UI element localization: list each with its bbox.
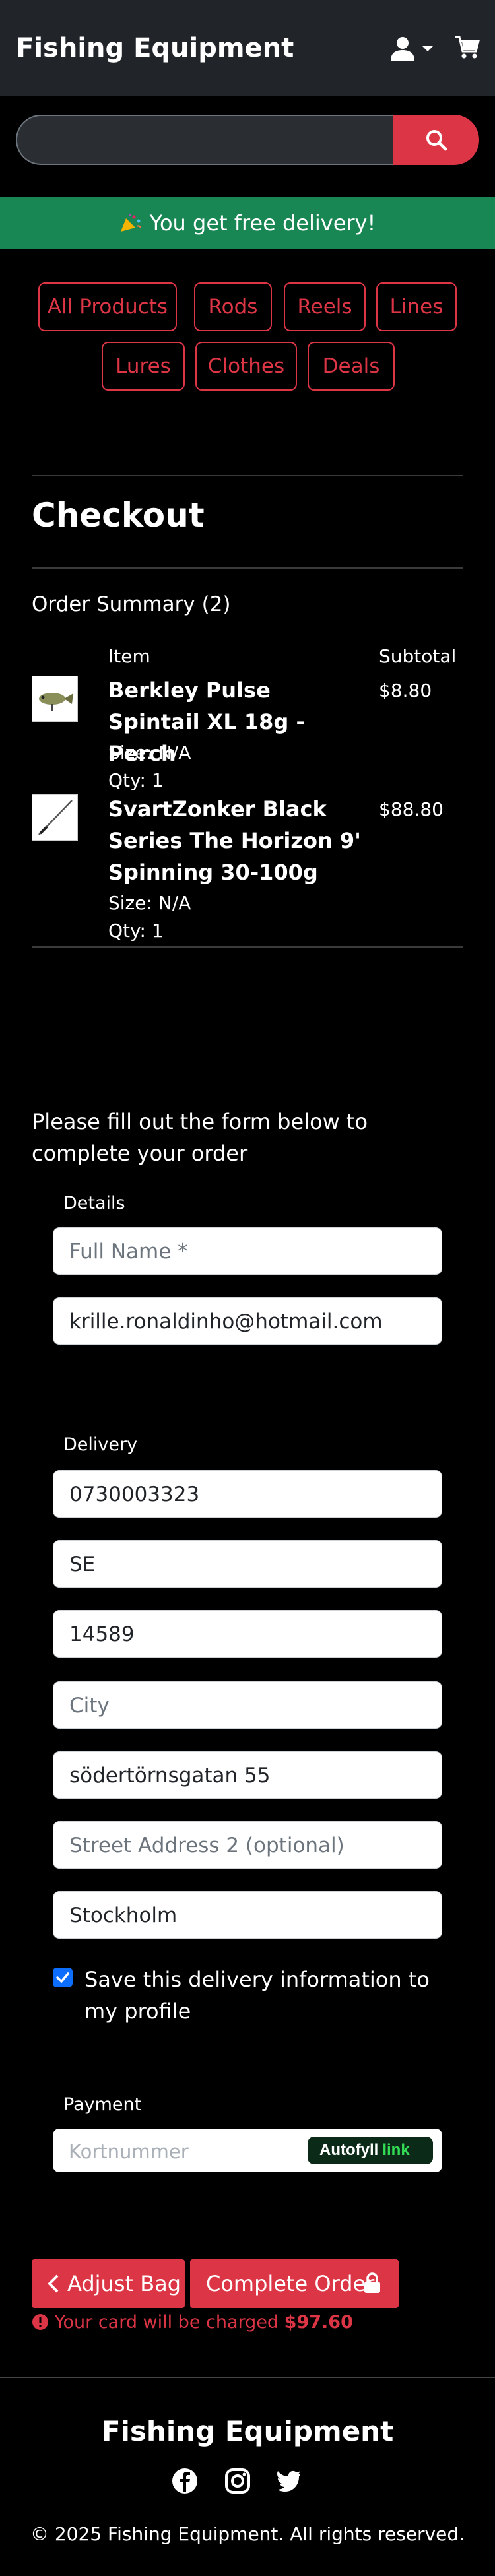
category-lures[interactable]: Lures <box>102 342 185 391</box>
charge-notice: Your card will be charged $97.60 <box>32 2312 353 2333</box>
product-thumbnail-lure[interactable] <box>32 676 78 722</box>
search-icon <box>426 130 447 151</box>
party-popper-icon <box>120 214 141 232</box>
divider <box>32 567 463 569</box>
postcode-field[interactable]: 14589 <box>53 1610 442 1658</box>
order-item-size: Size: N/A <box>108 742 191 763</box>
category-rods[interactable]: Rods <box>194 282 272 331</box>
category-reels[interactable]: Reels <box>284 282 366 331</box>
rod-image <box>38 800 73 835</box>
brand-logo[interactable]: Fishing Equipment <box>16 33 294 63</box>
order-item-subtotal: $88.80 <box>379 798 444 820</box>
twitter-icon[interactable] <box>276 2468 302 2494</box>
subtotal-column-header: Subtotal <box>379 645 457 667</box>
search-bar <box>16 115 479 165</box>
order-item-name: SvartZonker Black Series The Horizon 9' … <box>108 796 361 885</box>
order-item-subtotal: $8.80 <box>379 680 432 701</box>
banner-text: You get free delivery! <box>149 210 376 236</box>
category-all-products[interactable]: All Products <box>38 282 177 331</box>
order-summary-heading: Order Summary (2) <box>32 593 231 616</box>
form-intro-text: Please fill out the form below to comple… <box>32 1109 368 1166</box>
autofill-text: Autofyll <box>319 2141 379 2159</box>
charge-amount: $97.60 <box>284 2312 353 2333</box>
details-label: Details <box>63 1193 125 1213</box>
link-text: link <box>382 2141 410 2159</box>
email-field[interactable]: krille.ronaldinho@hotmail.com <box>53 1297 442 1345</box>
order-item-size: Size: N/A <box>108 892 191 914</box>
street-address-1-field[interactable]: södertörnsgatan 55 <box>53 1751 442 1799</box>
cart-icon[interactable] <box>454 34 480 61</box>
country-field[interactable]: SE <box>53 1540 442 1588</box>
complete-order-button[interactable]: Complete Order <box>190 2259 399 2308</box>
save-info-checkbox[interactable] <box>53 1968 73 1987</box>
category-deals[interactable]: Deals <box>308 342 395 391</box>
category-lines[interactable]: Lines <box>376 282 457 331</box>
delivery-label: Delivery <box>63 1434 138 1455</box>
autofill-link-button[interactable]: Autofyll link <box>308 2137 433 2164</box>
footer: Fishing Equipment © 2025 Fishing Equipme… <box>0 2377 495 2576</box>
account-menu-toggle[interactable] <box>389 36 437 62</box>
divider <box>32 475 463 476</box>
copyright-text: © 2025 Fishing Equipment. All rights res… <box>30 2523 465 2545</box>
charge-text: Your card will be charged <box>54 2312 279 2333</box>
order-item-qty: Qty: 1 <box>108 920 164 942</box>
checkmark-icon <box>56 1972 69 1983</box>
chevron-left-icon <box>48 2274 59 2293</box>
adjust-bag-label: Adjust Bag <box>67 2271 182 2296</box>
divider <box>32 946 463 948</box>
exclamation-circle-icon <box>32 2314 48 2330</box>
card-number-field[interactable]: Kortnummer Autofyll link <box>53 2129 442 2172</box>
item-column-header: Item <box>108 645 150 667</box>
category-clothes[interactable]: Clothes <box>195 342 297 391</box>
full-name-field[interactable]: Full Name * <box>53 1227 442 1275</box>
footer-brand: Fishing Equipment <box>101 2415 394 2447</box>
city-field[interactable]: City <box>53 1681 442 1729</box>
facebook-icon[interactable] <box>172 2468 198 2494</box>
navbar: Fishing Equipment <box>0 0 495 96</box>
street-address-2-field[interactable]: Street Address 2 (optional) <box>53 1821 442 1869</box>
user-icon <box>391 37 414 61</box>
caret-down-icon <box>422 46 433 51</box>
product-thumbnail-rod[interactable] <box>32 794 78 841</box>
complete-order-label: Complete Order <box>206 2271 375 2296</box>
payment-label: Payment <box>63 2094 142 2115</box>
save-info-label[interactable]: Save this delivery information to my pro… <box>84 1964 454 2027</box>
card-number-placeholder: Kortnummer <box>69 2141 189 2163</box>
search-button[interactable] <box>393 115 479 165</box>
lure-image <box>39 693 73 711</box>
order-item-qty: Qty: 1 <box>108 769 164 791</box>
phone-field[interactable]: 0730003323 <box>53 1470 442 1518</box>
free-delivery-banner: You get free delivery! <box>0 197 495 249</box>
page-title: Checkout <box>32 496 205 534</box>
lock-icon <box>364 2272 380 2293</box>
county-field[interactable]: Stockholm <box>53 1891 442 1939</box>
search-input[interactable] <box>16 115 395 165</box>
instagram-icon[interactable] <box>224 2468 251 2494</box>
adjust-bag-button[interactable]: Adjust Bag <box>32 2259 185 2308</box>
